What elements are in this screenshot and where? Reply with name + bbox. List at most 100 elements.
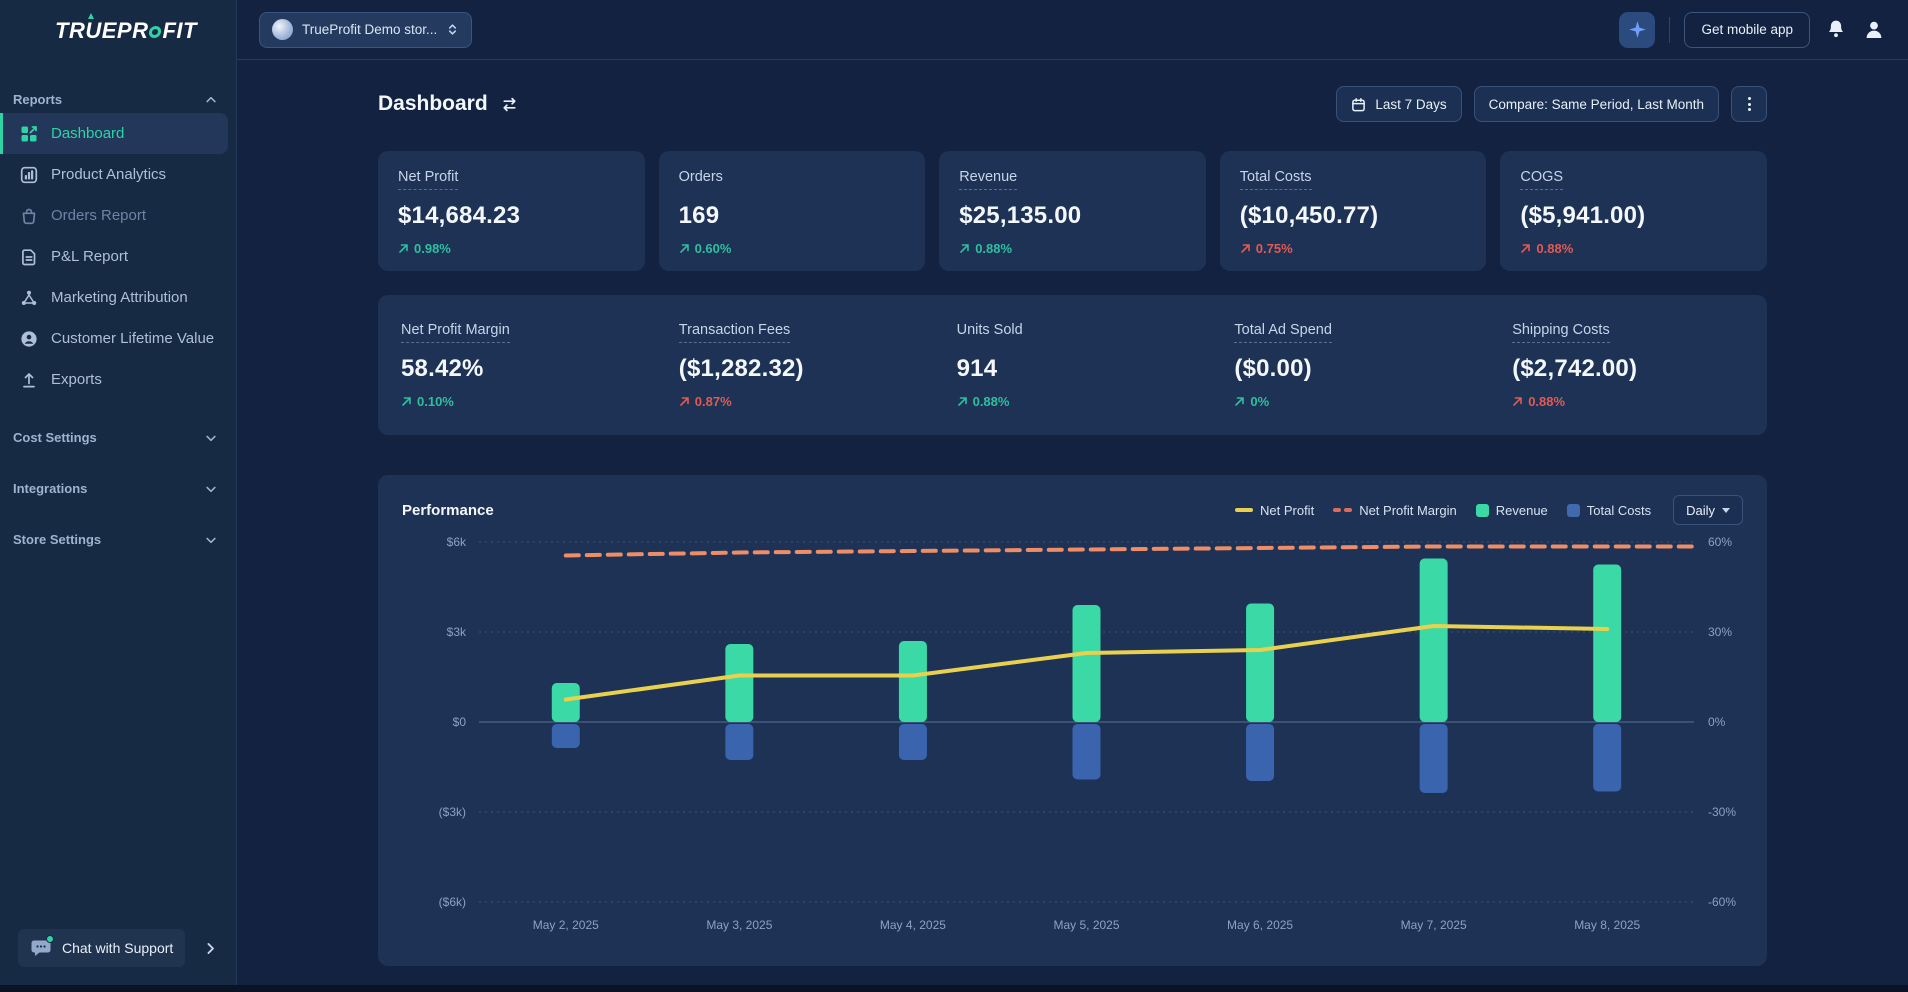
sidebar-item-product-analytics[interactable]: Product Analytics <box>0 154 228 195</box>
metric-label: COGS <box>1520 169 1563 190</box>
svg-text:May 5, 2025: May 5, 2025 <box>1053 918 1119 932</box>
kebab-icon <box>1748 97 1751 111</box>
metric-value: $14,684.23 <box>398 202 625 230</box>
brand-logo-text: TRUEPRFIT <box>55 18 197 44</box>
chevron-right-icon[interactable] <box>203 941 218 956</box>
metric-label: Total Costs <box>1240 169 1312 190</box>
app-window: TRUEPRFIT Reports Dashboard Product Anal… <box>0 0 1908 985</box>
svg-text:May 8, 2025: May 8, 2025 <box>1574 918 1640 932</box>
svg-text:-30%: -30% <box>1708 805 1736 819</box>
trend-up-icon <box>1520 243 1531 254</box>
metric-card-cogs[interactable]: COGS ($5,941.00) 0.88% <box>1500 151 1767 271</box>
performance-header: Performance Net Profit Net Profit Margin… <box>402 495 1743 525</box>
legend-net-profit[interactable]: Net Profit <box>1235 503 1314 518</box>
svg-text:$6k: $6k <box>447 535 467 549</box>
marketing-attribution-icon <box>20 289 38 307</box>
header-actions: Last 7 Days Compare: Same Period, Last M… <box>1336 86 1767 122</box>
svg-text:-60%: -60% <box>1708 895 1736 909</box>
sparkle-icon <box>1627 19 1648 40</box>
bar-swatch <box>1476 504 1489 517</box>
granularity-select[interactable]: Daily <box>1673 495 1743 525</box>
granularity-label: Daily <box>1686 503 1715 518</box>
sidebar-item-exports[interactable]: Exports <box>0 359 228 400</box>
metric-units-sold[interactable]: Units Sold 914 0.88% <box>934 321 1212 409</box>
bar-swatch <box>1567 504 1580 517</box>
svg-text:May 7, 2025: May 7, 2025 <box>1401 918 1467 932</box>
notifications-bell-icon[interactable] <box>1824 18 1848 42</box>
metric-value: 914 <box>957 355 1189 383</box>
svg-text:0%: 0% <box>1708 715 1726 729</box>
line-swatch <box>1235 508 1253 512</box>
more-options-button[interactable] <box>1731 86 1767 122</box>
legend-total-costs[interactable]: Total Costs <box>1567 503 1651 518</box>
legend-net-profit-margin[interactable]: Net Profit Margin <box>1333 503 1457 518</box>
sidebar-item-customer-ltv[interactable]: Customer Lifetime Value <box>0 318 228 359</box>
metric-value: ($2,742.00) <box>1512 355 1744 383</box>
metric-label: Revenue <box>959 169 1017 190</box>
pl-report-icon <box>20 248 38 266</box>
chart-legend: Net Profit Net Profit Margin Revenue Tot… <box>1235 503 1651 518</box>
sidebar-item-marketing-attribution[interactable]: Marketing Attribution <box>0 277 228 318</box>
sidebar-item-orders-report[interactable]: Orders Report <box>0 195 228 236</box>
sidebar-section-reports[interactable]: Reports <box>0 86 236 113</box>
metric-total-ad-spend[interactable]: Total Ad Spend ($0.00) 0% <box>1211 321 1489 409</box>
chevron-up-icon <box>204 93 218 107</box>
store-selector-label: TrueProfit Demo stor... <box>302 22 437 37</box>
metric-label: Net Profit Margin <box>401 322 510 343</box>
metric-card-orders[interactable]: Orders 169 0.60% <box>659 151 926 271</box>
store-selector[interactable]: TrueProfit Demo stor... <box>259 12 472 48</box>
svg-text:May 2, 2025: May 2, 2025 <box>533 918 599 932</box>
metric-card-net-profit[interactable]: Net Profit $14,684.23 0.98% <box>378 151 645 271</box>
metric-card-total-costs[interactable]: Total Costs ($10,450.77) 0.75% <box>1220 151 1487 271</box>
chat-with-support[interactable]: Chat with Support <box>18 929 218 967</box>
topbar-right: Get mobile app <box>1619 12 1886 48</box>
sidebar-item-label: Customer Lifetime Value <box>51 330 214 347</box>
metric-change: 0.88% <box>957 394 1189 409</box>
metric-cards-row: Net Profit $14,684.23 0.98% Orders 169 0… <box>378 151 1767 271</box>
metric-card-revenue[interactable]: Revenue $25,135.00 0.88% <box>939 151 1206 271</box>
metric-value: 58.42% <box>401 355 633 383</box>
metric-label: Units Sold <box>957 322 1023 343</box>
sidebar-section-cost-settings[interactable]: Cost Settings <box>0 424 236 451</box>
date-range-button[interactable]: Last 7 Days <box>1336 86 1461 122</box>
metric-shipping-costs[interactable]: Shipping Costs ($2,742.00) 0.88% <box>1489 321 1767 409</box>
sidebar-item-label: P&L Report <box>51 248 128 265</box>
svg-text:($3k): ($3k) <box>439 805 466 819</box>
dashed-line-swatch <box>1333 508 1352 512</box>
unfold-icon <box>446 23 459 36</box>
metric-change: 0% <box>1234 394 1466 409</box>
metric-net-profit-margin[interactable]: Net Profit Margin 58.42% 0.10% <box>378 321 656 409</box>
store-avatar <box>272 19 293 40</box>
metric-change: 0.98% <box>398 241 625 256</box>
sidebar-item-dashboard[interactable]: Dashboard <box>0 113 228 154</box>
sidebar-item-label: Exports <box>51 371 102 388</box>
metric-value: $25,135.00 <box>959 202 1186 230</box>
trend-up-icon <box>679 243 690 254</box>
topbar-divider <box>1669 17 1670 43</box>
refresh-compare-icon[interactable] <box>500 95 519 114</box>
logo-arrow-u: U <box>85 18 101 43</box>
metric-change: 0.75% <box>1240 241 1467 256</box>
metric-change: 0.87% <box>679 394 911 409</box>
performance-panel: Performance Net Profit Net Profit Margin… <box>378 475 1767 966</box>
sidebar-section-store-settings[interactable]: Store Settings <box>0 526 236 553</box>
sidebar-section-integrations[interactable]: Integrations <box>0 475 236 502</box>
metric-transaction-fees[interactable]: Transaction Fees ($1,282.32) 0.87% <box>656 321 934 409</box>
metric-value: ($5,941.00) <box>1520 202 1747 230</box>
svg-text:30%: 30% <box>1708 625 1732 639</box>
compare-button[interactable]: Compare: Same Period, Last Month <box>1474 86 1719 122</box>
ai-assistant-button[interactable] <box>1619 12 1655 48</box>
sidebar-item-pl-report[interactable]: P&L Report <box>0 236 228 277</box>
legend-revenue[interactable]: Revenue <box>1476 503 1548 518</box>
section-label: Integrations <box>13 481 87 496</box>
svg-text:May 4, 2025: May 4, 2025 <box>880 918 946 932</box>
get-mobile-app-button[interactable]: Get mobile app <box>1684 12 1810 48</box>
online-status-dot <box>46 935 54 943</box>
dashboard-main: Dashboard Last 7 Days Compare: Same Peri… <box>237 60 1908 985</box>
metric-value: ($0.00) <box>1234 355 1466 383</box>
user-account-icon[interactable] <box>1862 18 1886 42</box>
metric-value: ($10,450.77) <box>1240 202 1467 230</box>
metric-label: Shipping Costs <box>1512 322 1610 343</box>
svg-text:($6k): ($6k) <box>439 895 466 909</box>
dashboard-icon <box>20 125 38 143</box>
